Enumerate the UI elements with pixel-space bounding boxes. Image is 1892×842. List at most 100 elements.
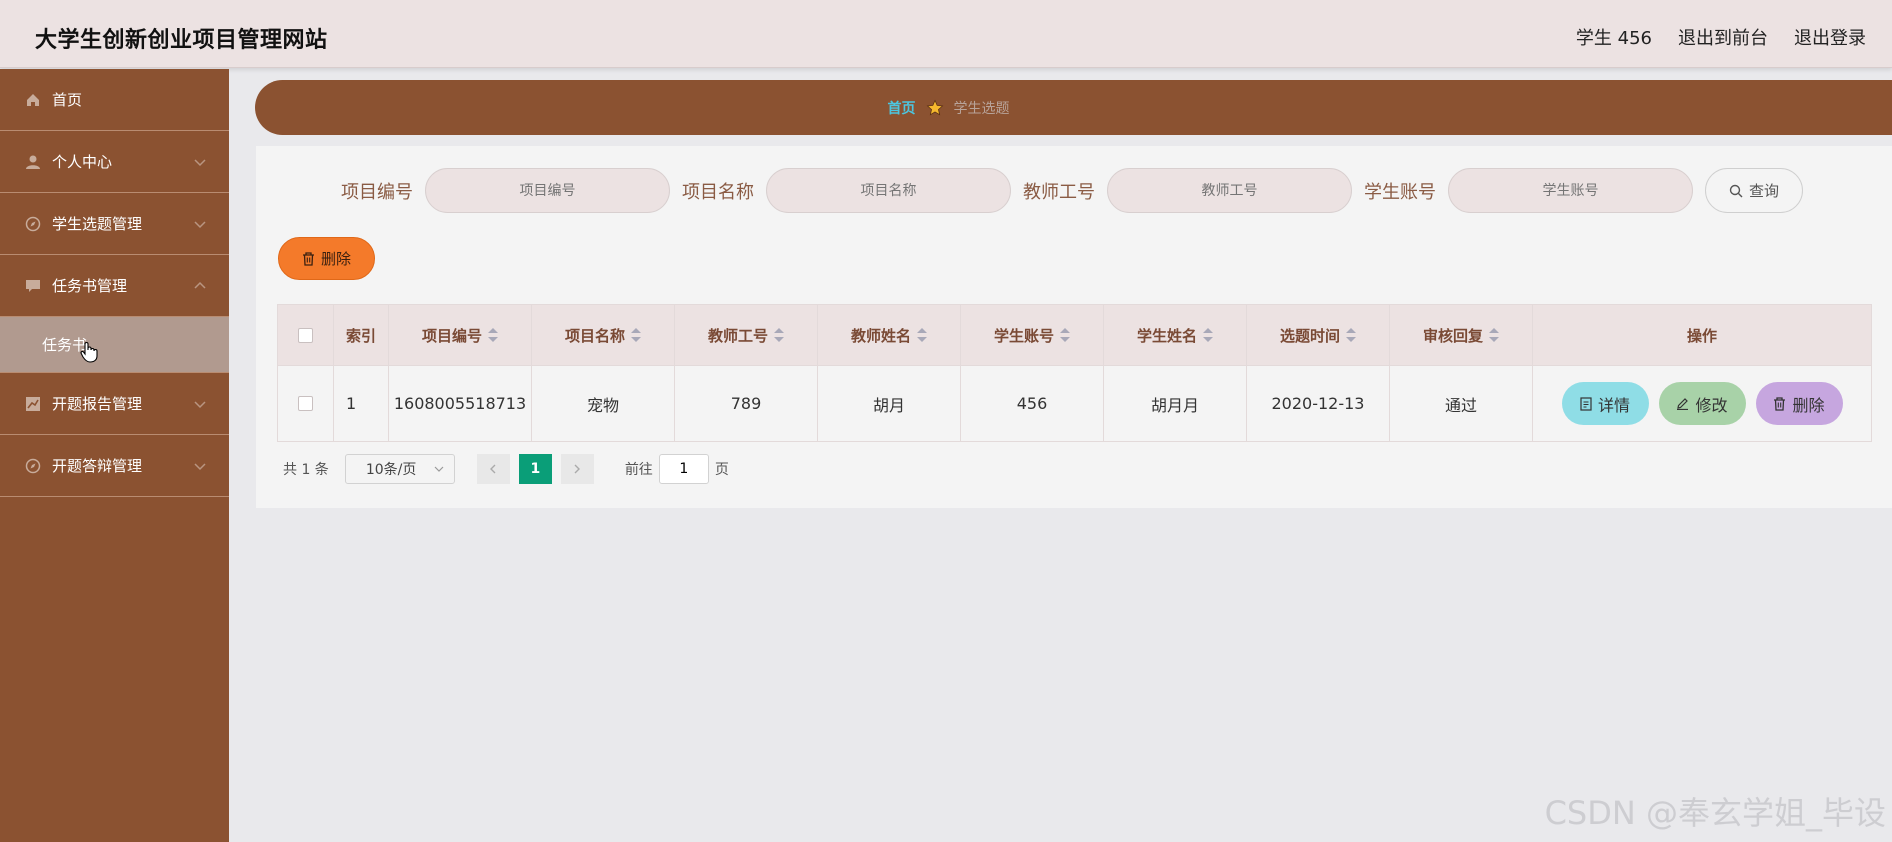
sidebar-item-proposal-report[interactable]: 开题报告管理 — [0, 373, 229, 435]
chart-icon — [24, 395, 42, 413]
student-account-label: 学生账号 — [1364, 181, 1436, 203]
edit-button-label: 修改 — [1695, 395, 1728, 415]
project-no-input[interactable] — [425, 168, 670, 213]
sidebar-item-defense-management[interactable]: 开题答辩管理 — [0, 435, 229, 497]
sort-icon[interactable] — [1346, 328, 1356, 342]
sort-icon[interactable] — [488, 328, 498, 342]
delete-button[interactable]: 删除 — [1755, 382, 1843, 425]
prev-page-button[interactable] — [476, 454, 510, 484]
goto-page: 前往 页 — [625, 454, 729, 484]
header-teacher-no[interactable]: 教师工号 — [675, 305, 818, 365]
compass-icon — [24, 215, 42, 233]
goto-suffix: 页 — [714, 462, 729, 478]
chevron-down-icon — [434, 466, 444, 472]
header-student-account[interactable]: 学生账号 — [961, 305, 1104, 365]
next-page-button[interactable] — [560, 454, 594, 484]
student-account-input[interactable] — [1448, 168, 1693, 213]
pagination: 共 1 条 10条/页 1 前往 页 — [283, 454, 729, 484]
teacher-no-input[interactable] — [1107, 168, 1352, 213]
header-label: 选题时间 — [1279, 326, 1340, 345]
sidebar-item-personal-center[interactable]: 个人中心 — [0, 131, 229, 193]
page-size-select[interactable]: 10条/页 — [344, 454, 455, 484]
teacher-no-label: 教师工号 — [1023, 181, 1095, 203]
content-panel: 项目编号 项目名称 教师工号 学生账号 查询 删除 索引 项目编号 项目名称 教… — [256, 146, 1892, 508]
breadcrumb: 首页 学生选题 — [255, 80, 1892, 135]
header-label: 项目名称 — [564, 326, 625, 345]
header-teacher-name[interactable]: 教师姓名 — [818, 305, 961, 365]
header-label: 审核回复 — [1422, 326, 1483, 345]
row-checkbox[interactable] — [298, 396, 313, 411]
header-actions: 操作 — [1686, 326, 1717, 345]
query-button[interactable]: 查询 — [1705, 168, 1803, 213]
sidebar-item-topic-management[interactable]: 学生选题管理 — [0, 193, 229, 255]
header-time[interactable]: 选题时间 — [1247, 305, 1390, 365]
project-name-input[interactable] — [766, 168, 1011, 213]
document-icon — [1580, 396, 1592, 411]
sidebar-item-label: 开题报告管理 — [52, 395, 143, 413]
sidebar-item-home[interactable]: 首页 — [0, 69, 229, 131]
sort-icon[interactable] — [1203, 328, 1213, 342]
project-no-label: 项目编号 — [341, 181, 413, 203]
site-title: 大学生创新创业项目管理网站 — [35, 28, 328, 53]
exit-to-front-link[interactable]: 退出到前台 — [1678, 24, 1768, 50]
breadcrumb-home[interactable]: 首页 — [888, 98, 916, 118]
logout-link[interactable]: 退出登录 — [1794, 24, 1866, 50]
breadcrumb-current: 学生选题 — [953, 100, 1010, 117]
header-project-no[interactable]: 项目编号 — [389, 305, 532, 365]
goto-page-input[interactable] — [658, 454, 709, 484]
sidebar: 首页 个人中心 学生选题管理 任务书管理 任务书 开题报告管理 开题答辩管理 — [0, 69, 229, 842]
detail-button-label: 详情 — [1597, 395, 1630, 415]
header-index: 索引 — [334, 305, 389, 365]
select-all-checkbox[interactable] — [298, 327, 313, 343]
page-number-current[interactable]: 1 — [518, 454, 552, 484]
cell-index: 1 — [334, 366, 389, 441]
sidebar-item-task-management[interactable]: 任务书管理 — [0, 255, 229, 317]
watermark: CSDN @奉玄学姐_毕设 — [1544, 794, 1886, 832]
batch-delete-button[interactable]: 删除 — [278, 237, 375, 280]
top-bar: 大学生创新创业项目管理网站 学生 456 退出到前台 退出登录 — [0, 0, 1892, 68]
sort-icon[interactable] — [917, 328, 927, 342]
header-student-name[interactable]: 学生姓名 — [1104, 305, 1247, 365]
home-icon — [24, 91, 42, 109]
search-form: 项目编号 项目名称 教师工号 学生账号 查询 — [341, 168, 1803, 213]
header-label: 教师工号 — [707, 326, 768, 345]
page-size-value: 10条/页 — [365, 462, 417, 478]
current-user: 学生 456 — [1575, 28, 1652, 49]
edit-button[interactable]: 修改 — [1658, 382, 1746, 425]
chevron-right-icon — [574, 464, 581, 474]
sort-icon[interactable] — [631, 328, 641, 342]
top-right-menu: 学生 456 退出到前台 退出登录 — [1576, 24, 1866, 50]
batch-delete-label: 删除 — [320, 250, 351, 268]
message-icon — [24, 277, 42, 295]
header-project-name[interactable]: 项目名称 — [532, 305, 675, 365]
delete-button-label: 删除 — [1792, 395, 1825, 415]
cell-reply: 通过 — [1390, 366, 1533, 441]
data-table: 索引 项目编号 项目名称 教师工号 教师姓名 学生账号 学生姓名 选题时间 审核… — [277, 304, 1872, 442]
chevron-up-icon — [194, 281, 206, 289]
table-header-row: 索引 项目编号 项目名称 教师工号 教师姓名 学生账号 学生姓名 选题时间 审核… — [278, 305, 1871, 365]
chevron-left-icon — [490, 464, 496, 474]
trash-icon — [302, 251, 314, 266]
pencil-icon — [1677, 398, 1689, 410]
sidebar-item-label: 开题答辩管理 — [52, 457, 143, 475]
project-name-label: 项目名称 — [682, 181, 754, 203]
cell-time: 2020-12-13 — [1247, 366, 1390, 441]
sidebar-subitem-task-book[interactable]: 任务书 — [0, 317, 229, 373]
cell-student-account: 456 — [961, 366, 1104, 441]
user-icon — [24, 153, 42, 171]
sort-icon[interactable] — [1489, 328, 1499, 342]
total-count: 共 1 条 — [283, 462, 329, 478]
header-checkbox-cell — [278, 305, 334, 365]
detail-button[interactable]: 详情 — [1561, 382, 1649, 425]
table-row: 1 1608005518713 宠物 789 胡月 456 胡月月 2020-1… — [278, 365, 1871, 441]
row-checkbox-cell — [278, 366, 334, 441]
sort-icon[interactable] — [1060, 328, 1070, 342]
sort-icon[interactable] — [774, 328, 784, 342]
chevron-down-icon — [194, 401, 206, 409]
header-reply[interactable]: 审核回复 — [1390, 305, 1533, 365]
trash-icon — [1774, 396, 1786, 411]
sidebar-item-label: 个人中心 — [52, 153, 113, 171]
chevron-down-icon — [194, 463, 206, 471]
compass-icon — [24, 457, 42, 475]
star-icon — [926, 99, 943, 116]
